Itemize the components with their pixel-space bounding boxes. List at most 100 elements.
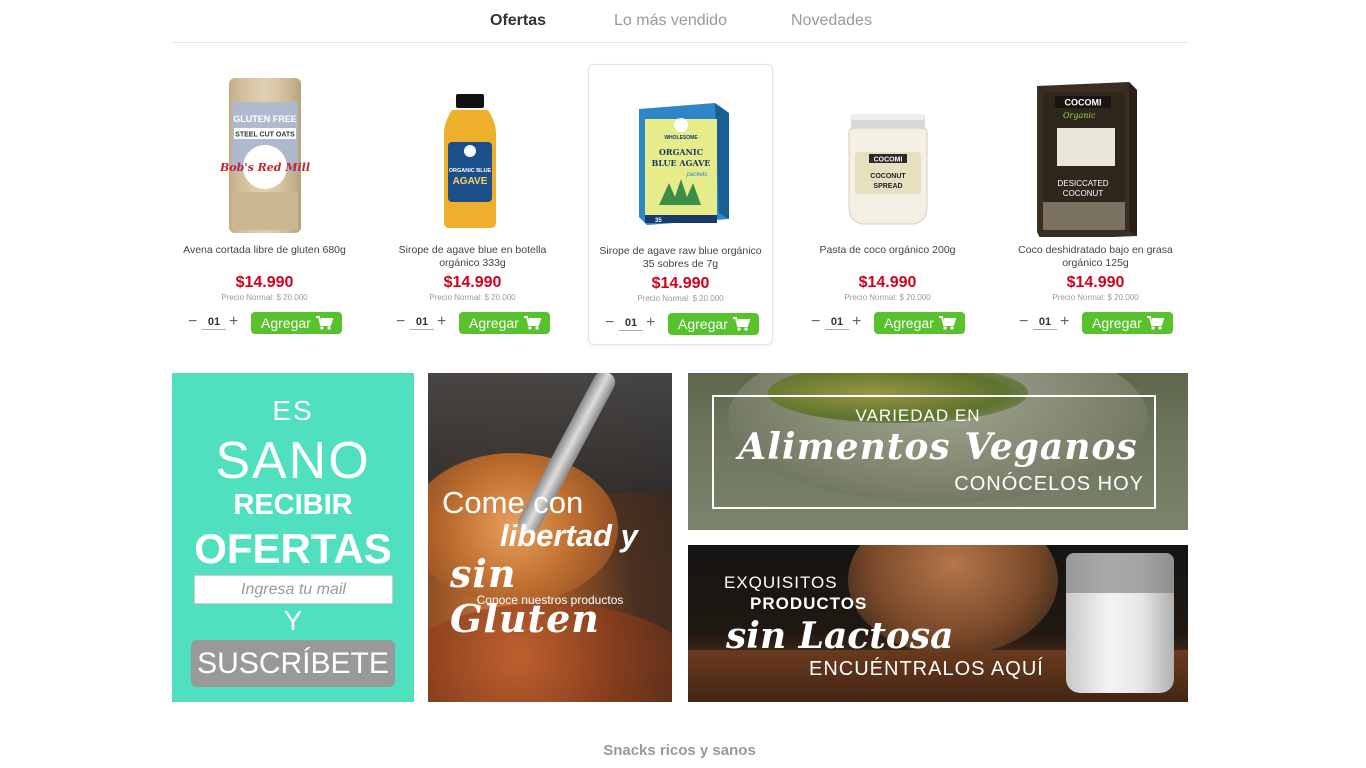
svg-text:SPREAD: SPREAD	[873, 183, 902, 190]
cart-icon	[1147, 316, 1165, 330]
banner-sin-gluten[interactable]: Come con libertad y sin Gluten Conoce nu…	[428, 373, 672, 702]
qty-input[interactable]	[619, 315, 643, 331]
tab-novedades[interactable]: Novedades	[791, 12, 872, 30]
qty-minus-button[interactable]: −	[1019, 312, 1028, 332]
svg-text:AGAVE: AGAVE	[453, 176, 488, 187]
product-image-agave-bottle[interactable]: ORGANIC BLUE AGAVE	[380, 72, 565, 237]
svg-text:Organic: Organic	[1063, 111, 1096, 120]
product-price: $14.990	[443, 274, 502, 291]
add-to-cart-label: Agregar	[884, 315, 934, 331]
add-to-cart-label: Agregar	[469, 315, 519, 331]
add-to-cart-button[interactable]: Agregar	[1082, 312, 1173, 334]
banner-gluten-line2: libertad y	[500, 518, 638, 553]
product-normal-price: Precio Normal: $ 20.000	[844, 293, 931, 302]
svg-text:ORGANIC: ORGANIC	[659, 147, 703, 157]
banner-lactosa-cta: ENCUÉNTRALOS AQUÍ	[809, 658, 1044, 680]
add-to-cart-label: Agregar	[678, 316, 728, 332]
newsletter-connector: Y	[283, 605, 303, 636]
subscribe-button[interactable]: SUSCRÍBETE	[191, 640, 395, 687]
add-to-cart-label: Agregar	[261, 315, 311, 331]
product-image-agave-box[interactable]: WHOLESOME ORGANIC BLUE AGAVE packets 35	[589, 73, 772, 238]
product-normal-price: Precio Normal: $ 20.000	[637, 294, 724, 303]
newsletter-heading-sano: SANO	[215, 432, 371, 490]
tab-lo-mas-vendido[interactable]: Lo más vendido	[614, 12, 727, 30]
svg-text:DESICCATED: DESICCATED	[1058, 179, 1109, 188]
qty-minus-button[interactable]: −	[188, 312, 197, 332]
product-controls: − + Agregar	[589, 313, 772, 335]
product-image-oats[interactable]: GLUTEN FREE STEEL CUT OATS Bob's Red Mil…	[172, 72, 357, 237]
qty-input[interactable]	[410, 314, 434, 330]
banner-vegan-line1: VARIEDAD EN	[855, 406, 981, 425]
banner-lactosa-title: sin Lactosa	[726, 615, 954, 657]
product-image-coconut-jar[interactable]: COCOMI COCONUT SPREAD	[795, 72, 980, 237]
svg-text:WHOLESOME: WHOLESOME	[664, 135, 698, 141]
product-controls: − + Agregar	[795, 312, 980, 334]
product-tabs: Ofertas Lo más vendido Novedades	[172, 0, 1188, 43]
svg-text:packets: packets	[686, 172, 708, 178]
svg-text:COCOMI: COCOMI	[1065, 98, 1102, 108]
product-image-coconut-box[interactable]: COCOMI Organic DESICCATED COCONUT	[1003, 72, 1188, 240]
banner-lactosa-line1: EXQUISITOS	[724, 573, 838, 592]
add-to-cart-button[interactable]: Agregar	[251, 312, 342, 334]
qty-input[interactable]	[1033, 314, 1057, 330]
qty-plus-button[interactable]: +	[437, 312, 446, 332]
svg-text:35: 35	[655, 218, 662, 224]
product-name[interactable]: Pasta de coco orgánico 200g	[801, 244, 974, 257]
product-name[interactable]: Coco deshidratado bajo en grasa orgánico…	[1009, 244, 1182, 270]
product-name[interactable]: Sirope de agave blue en botella orgánico…	[386, 244, 559, 270]
add-to-cart-button[interactable]: Agregar	[668, 313, 759, 335]
product-card: COCOMI COCONUT SPREAD Pasta de coco orgá…	[795, 64, 980, 345]
svg-text:GLUTEN FREE: GLUTEN FREE	[233, 114, 297, 124]
product-controls: − + Agregar	[380, 312, 565, 334]
cart-icon	[524, 316, 542, 330]
svg-text:COCOMI: COCOMI	[874, 157, 903, 164]
newsletter-heading-ofertas: OFERTAS	[194, 525, 392, 572]
product-price: $14.990	[1066, 274, 1125, 291]
qty-input[interactable]	[202, 314, 226, 330]
svg-text:COCONUT: COCONUT	[870, 173, 906, 180]
qty-plus-button[interactable]: +	[852, 312, 861, 332]
qty-input[interactable]	[825, 314, 849, 330]
banner-gluten-subtitle: Conoce nuestros productos	[476, 593, 624, 607]
qty-minus-button[interactable]: −	[811, 312, 820, 332]
cart-icon	[733, 317, 751, 331]
qty-plus-button[interactable]: +	[646, 313, 655, 333]
newsletter-heading-es: ES	[272, 395, 314, 426]
product-price: $14.990	[651, 275, 710, 292]
qty-plus-button[interactable]: +	[1060, 312, 1069, 332]
qty-plus-button[interactable]: +	[229, 312, 238, 332]
banner-sin-lactosa[interactable]: EXQUISITOS PRODUCTOS sin Lactosa ENCUÉNT…	[688, 545, 1188, 702]
product-price: $14.990	[858, 274, 917, 291]
add-to-cart-button[interactable]: Agregar	[874, 312, 965, 334]
banner-gluten-line1: Come con	[442, 485, 584, 520]
add-to-cart-button[interactable]: Agregar	[459, 312, 550, 334]
product-price: $14.990	[235, 274, 294, 291]
banner-alimentos-veganos[interactable]: VARIEDAD EN Alimentos Veganos CONÓCELOS …	[688, 373, 1188, 530]
product-card: COCOMI Organic DESICCATED COCONUT Coco d…	[1003, 64, 1188, 345]
banner-vegan-cta: CONÓCELOS HOY	[954, 473, 1144, 495]
product-name[interactable]: Sirope de agave raw blue orgánico 35 sob…	[595, 245, 766, 271]
qty-minus-button[interactable]: −	[396, 312, 405, 332]
product-controls: − + Agregar	[1003, 312, 1188, 334]
banner-vegan-title: Alimentos Veganos	[738, 426, 1138, 468]
section-title: Snacks ricos y sanos	[603, 742, 756, 759]
product-normal-price: Precio Normal: $ 20.000	[429, 293, 516, 302]
newsletter-heading-recibir: RECIBIR	[233, 489, 353, 521]
milk-glass-top	[1066, 553, 1174, 593]
product-normal-price: Precio Normal: $ 20.000	[1052, 293, 1139, 302]
product-controls: − + Agregar	[172, 312, 357, 334]
product-card: ORGANIC BLUE AGAVE Sirope de agave blue …	[380, 64, 565, 345]
qty-minus-button[interactable]: −	[605, 313, 614, 333]
product-name[interactable]: Avena cortada libre de gluten 680g	[178, 244, 351, 257]
svg-text:ORGANIC BLUE: ORGANIC BLUE	[449, 168, 492, 174]
cart-icon	[939, 316, 957, 330]
product-card: WHOLESOME ORGANIC BLUE AGAVE packets 35 …	[588, 64, 773, 345]
tab-ofertas[interactable]: Ofertas	[490, 12, 546, 30]
svg-text:COCONUT: COCONUT	[1063, 189, 1104, 198]
banner-lactosa-line2: PRODUCTOS	[750, 594, 868, 613]
add-to-cart-label: Agregar	[1092, 315, 1142, 331]
product-normal-price: Precio Normal: $ 20.000	[221, 293, 308, 302]
svg-text:Bob's Red Mill: Bob's Red Mill	[219, 161, 310, 174]
product-card: GLUTEN FREE STEEL CUT OATS Bob's Red Mil…	[172, 64, 357, 345]
email-field[interactable]	[194, 575, 393, 604]
